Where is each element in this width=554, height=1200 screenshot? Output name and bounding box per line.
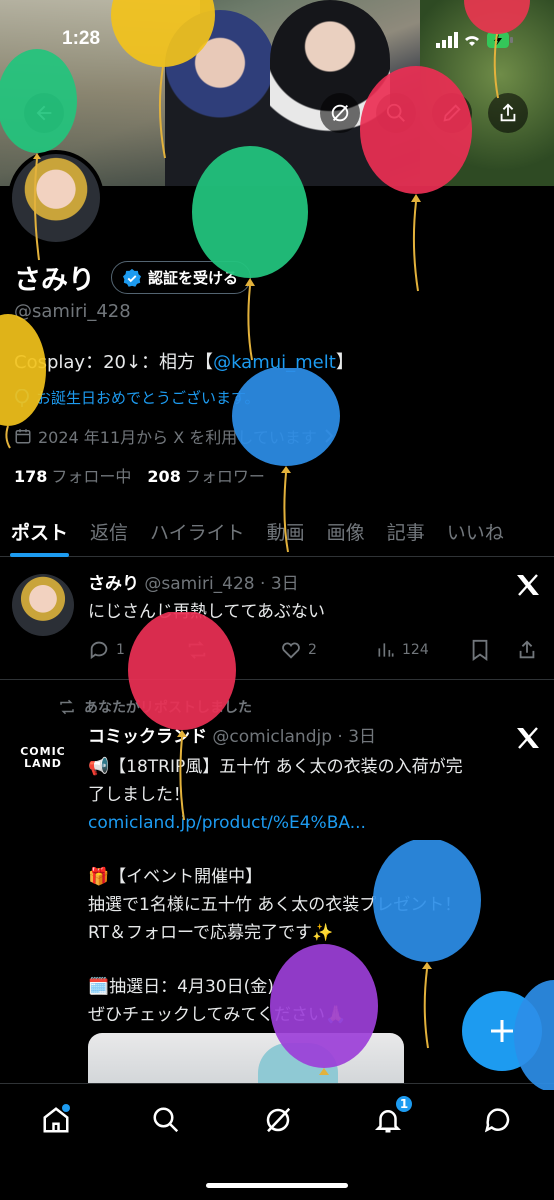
followers-link[interactable]: 208 フォロワー (147, 463, 264, 487)
notification-badge: 1 (394, 1094, 414, 1114)
search-button[interactable] (376, 93, 416, 133)
verify-label: 認証を受ける (148, 269, 239, 287)
bio-mention-link[interactable]: @kamui_melt (213, 352, 336, 373)
like-button[interactable]: 2 (280, 639, 317, 661)
repost-icon (188, 641, 206, 659)
share-icon (519, 640, 535, 659)
post-text-line: 📢【18TRIP風】五十竹 あく太の衣装の入荷が完 (88, 757, 463, 777)
tab-replies[interactable]: 返信 (79, 505, 139, 557)
nav-grok[interactable] (258, 1100, 298, 1140)
grok-button[interactable] (320, 93, 360, 133)
reply-button[interactable]: 1 (88, 639, 125, 661)
repost-icon (60, 699, 74, 715)
chevron-right-icon (325, 429, 334, 443)
birthday-line[interactable]: お誕生日おめでとうございます。 (14, 387, 260, 408)
bio-text: Cosplay：20↓：相方【 (14, 352, 214, 373)
joined-date[interactable]: 2024 年11月から X を利用しています (14, 424, 335, 448)
profile-bio: Cosplay：20↓：相方【@kamui_melt】 (14, 348, 354, 374)
post-text-line: 抽選で1名様に五十竹 あく太の衣装プレゼント！ (88, 895, 462, 915)
back-arrow-icon (36, 105, 52, 121)
profile-handle: @samiri_428 (14, 301, 131, 322)
post-text-line: RT＆フォローで応募完了です✨ (88, 923, 334, 943)
tab-videos[interactable]: 動画 (256, 505, 316, 557)
joined-text: 2024 年11月から X を利用しています (38, 428, 317, 447)
post-handle-time: @samiri_428 · 3日 (144, 574, 299, 594)
bar-chart-icon (378, 643, 394, 657)
post-author-name[interactable]: コミックランド (88, 727, 207, 747)
views-button[interactable]: 124 (376, 640, 429, 660)
balloon-icon (15, 388, 29, 407)
following-link[interactable]: 178 フォロー中 (14, 463, 131, 487)
home-indicator (206, 1183, 348, 1188)
repost-label: あなたがリポストしました (84, 700, 252, 716)
heart-icon (282, 642, 300, 659)
verify-button[interactable]: 認証を受ける (111, 261, 252, 294)
signal-icon (436, 32, 458, 48)
plus-icon (491, 1020, 513, 1042)
calendar-icon (15, 429, 31, 444)
post-text: にじさんじ再熱しててあぶない (88, 602, 325, 622)
compose-button[interactable] (462, 991, 542, 1071)
tab-highlights[interactable]: ハイライト (139, 505, 256, 557)
logo-text-land: LAND (24, 757, 62, 770)
post-text-line: 🗓️抽選日：4月30日(金) (88, 977, 274, 997)
search-icon (153, 1107, 179, 1133)
profile-name: さみり (14, 265, 95, 296)
home-dot (62, 1104, 70, 1112)
message-icon (484, 1108, 510, 1133)
tab-articles[interactable]: 記事 (376, 505, 436, 557)
share-button[interactable] (488, 93, 528, 133)
x-logo-icon (517, 727, 539, 749)
tab-photos[interactable]: 画像 (316, 505, 376, 557)
share-post-button[interactable] (516, 639, 538, 661)
status-time: 1:28 (62, 28, 101, 49)
tab-posts[interactable]: ポスト (0, 505, 79, 557)
profile-avatar[interactable] (8, 150, 104, 246)
battery-icon (487, 32, 513, 48)
like-count: 2 (308, 642, 317, 658)
share-icon (500, 103, 516, 122)
verified-badge-icon (123, 268, 141, 287)
status-bar: 1:28 (0, 0, 554, 60)
following-count: 178 (14, 467, 48, 486)
repost-button[interactable] (186, 639, 208, 661)
reply-icon (90, 641, 108, 660)
grok-icon (331, 104, 349, 122)
bio-text-end: 】 (335, 352, 354, 373)
profile-tabs: ポスト 返信 ハイライト 動画 画像 記事 いいね (0, 505, 554, 557)
view-count: 124 (402, 642, 429, 658)
tab-likes[interactable]: いいね (436, 505, 515, 557)
nav-home[interactable] (36, 1100, 76, 1140)
repost-context: あなたがリポストしました (58, 697, 252, 717)
nav-search[interactable] (146, 1100, 186, 1140)
back-button[interactable] (24, 93, 64, 133)
followers-count: 208 (147, 467, 181, 486)
wifi-icon (465, 36, 479, 46)
comicland-logo[interactable]: COMIC LAND (12, 727, 74, 789)
birthday-text: お誕生日おめでとうございます。 (36, 389, 260, 407)
x-logo-icon (517, 574, 539, 596)
grok-icon (266, 1107, 291, 1133)
bookmark-icon (472, 639, 488, 661)
nav-messages[interactable] (478, 1100, 518, 1140)
bookmark-button[interactable] (470, 639, 490, 661)
following-label: フォロー中 (51, 467, 132, 486)
post-text-line: 了しました！ (88, 785, 190, 805)
pencil-icon (443, 104, 461, 122)
post-avatar[interactable] (12, 574, 74, 636)
post-item[interactable]: さみり @samiri_428 · 3日 にじさんじ再熱しててあぶない 1 2 … (0, 558, 554, 680)
post-handle-time: @comiclandjp · 3日 (212, 727, 377, 747)
followers-label: フォロワー (184, 467, 265, 486)
search-icon (386, 103, 405, 122)
post-text-line: 🎁【イベント開催中】 (88, 867, 263, 887)
post-link[interactable]: comicland.jp/product/%E4%BA... (88, 809, 538, 837)
post-author-name[interactable]: さみり (88, 574, 139, 594)
edit-button[interactable] (432, 93, 472, 133)
reply-count: 1 (116, 642, 125, 658)
follow-stats: 178 フォロー中 208 フォロワー (14, 463, 265, 487)
nav-notifications[interactable]: 1 (368, 1094, 414, 1140)
